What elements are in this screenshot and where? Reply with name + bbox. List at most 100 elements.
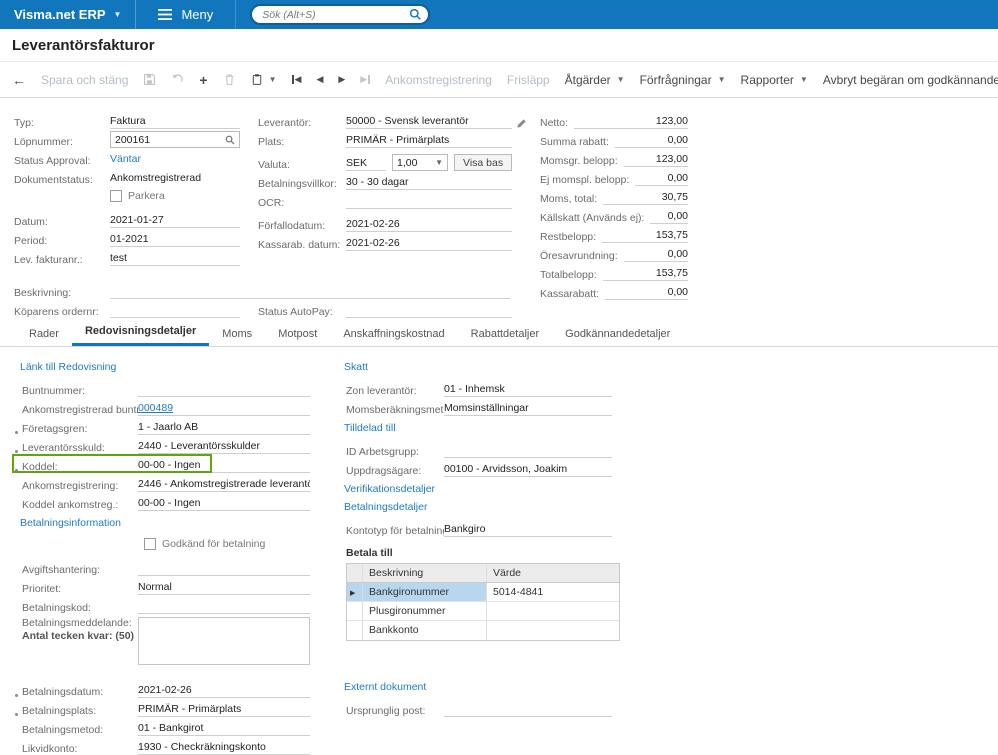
link-till-redovisning-header[interactable]: Länk till Redovisning — [14, 361, 328, 373]
zon-leverantor-field[interactable]: 01 - Inhemsk — [444, 382, 612, 397]
likvidkonto-field[interactable]: 1930 - Checkräkningskonto — [138, 740, 310, 755]
betalningsmetod-field[interactable]: 01 - Bankgirot — [138, 721, 310, 736]
bankkonto-value-cell[interactable] — [487, 621, 619, 640]
leverantorsskuld-field[interactable]: 2440 - Leverantörsskulder — [138, 439, 310, 454]
previous-record-button[interactable]: ◀ — [316, 74, 323, 85]
tab-moms[interactable]: Moms — [209, 323, 265, 346]
back-button[interactable]: ← — [12, 73, 26, 87]
atgarder-label: Åtgärder — [564, 72, 611, 87]
field-label: Leverantörsskuld: — [14, 442, 138, 454]
table-row[interactable]: Bankkonto — [347, 621, 619, 640]
lookup-icon[interactable] — [225, 135, 235, 145]
foretagsgren-field[interactable]: 1 - Jaarlo AB — [138, 420, 310, 435]
id-arbetsgrupp-field[interactable] — [444, 443, 612, 458]
betalningsdatum-field[interactable]: 2021-02-26 — [138, 683, 310, 698]
betalningsmeddelande-textarea[interactable] — [138, 617, 310, 665]
field-label: OCR: — [258, 197, 285, 209]
field-label: Zon leverantör: — [346, 385, 417, 397]
app-menu-button[interactable]: Visma.net ERP ▼ — [0, 0, 135, 29]
total-label: Summa rabatt: — [540, 136, 609, 148]
atgarder-dropdown[interactable]: Åtgärder ▼ — [565, 73, 625, 87]
total-label: Ej momspl. belopp: — [540, 174, 630, 186]
tab-motpost[interactable]: Motpost — [265, 323, 330, 346]
buntnr-link[interactable]: 000489 — [138, 402, 173, 414]
skatt-header[interactable]: Skatt — [338, 361, 624, 373]
table-row[interactable]: ▶ Bankgironummer 5014-4841 — [347, 583, 619, 602]
totals-column: Netto: 123,00 Summa rabatt: 0,00 Momsgr. b… — [540, 110, 688, 300]
ankomstregistrering-field[interactable]: 2446 - Ankomstregistrerade leverantörsfa… — [138, 477, 310, 492]
total-row: Netto: 123,00 — [540, 110, 688, 129]
status-approval-value[interactable]: Väntar — [110, 152, 240, 167]
forfallodatum-field[interactable]: 2021-02-26 — [346, 217, 512, 232]
period-field[interactable]: 01-2021 — [110, 232, 240, 247]
add-button[interactable]: + — [199, 73, 207, 87]
table-header-row: Beskrivning Värde — [347, 564, 619, 583]
koparens-ordernr-field[interactable] — [110, 303, 240, 318]
momsberakningsmetod-field[interactable]: Momsinställningar — [444, 401, 612, 416]
column-header-varde: Värde — [493, 567, 522, 579]
row-marker-cell — [347, 621, 363, 640]
field-label: Företagsgren: — [14, 423, 138, 435]
total-label: Totalbelopp: — [540, 269, 597, 281]
avgiftshantering-field[interactable] — [138, 561, 310, 576]
menu-button[interactable]: Meny — [135, 0, 237, 29]
forfragningar-dropdown[interactable]: Förfrågningar ▼ — [640, 73, 726, 87]
typ-field[interactable]: Faktura — [110, 114, 240, 129]
tab-rader[interactable]: Rader — [16, 323, 72, 346]
avbryt-begaran-button[interactable]: Avbryt begäran om godkännande — [823, 73, 998, 87]
detail-left-pane: Länk till Redovisning Buntnummer: Ankoms… — [12, 355, 328, 755]
koddel-field[interactable]: 00-00 - Ingen — [138, 458, 310, 473]
betalningsdetaljer-link[interactable]: Betalningsdetaljer — [338, 501, 624, 513]
search-input[interactable] — [250, 4, 431, 25]
kassarab-datum-field[interactable]: 2021-02-26 — [346, 236, 512, 251]
plusgironummer-cell[interactable]: Plusgironummer — [363, 602, 487, 620]
bankkonto-cell[interactable]: Bankkonto — [363, 621, 487, 640]
datum-field[interactable]: 2021-01-27 — [110, 213, 240, 228]
godkand-checkbox[interactable] — [144, 537, 156, 550]
uppdragsagare-field[interactable]: 00100 - Arvidsson, Joakim — [444, 462, 612, 477]
betalningsvillkor-field[interactable]: 30 - 30 dagar — [346, 175, 512, 190]
field-label: Plats: — [258, 136, 285, 148]
edit-pencil-icon[interactable] — [516, 118, 527, 129]
field-label: Koddel ankomstreg.: — [22, 499, 119, 511]
field-label: Ankomstregistrering: — [22, 480, 119, 492]
field-label: Likvidkonto: — [22, 743, 78, 755]
first-record-button[interactable]: ◀ — [291, 74, 301, 85]
plats-field[interactable]: PRIMÄR - Primärplats — [346, 133, 512, 148]
lopnummer-input[interactable]: 200161 — [110, 131, 240, 148]
buntnummer-field[interactable] — [138, 382, 310, 397]
exchange-rate-select[interactable]: 1,00 ▼ — [392, 154, 448, 171]
search-icon[interactable] — [409, 8, 422, 21]
next-record-button[interactable]: ▶ — [338, 74, 345, 85]
betalningskod-field[interactable] — [138, 599, 310, 614]
betala-till-title: Betala till — [346, 547, 393, 559]
table-row[interactable]: Plusgironummer — [347, 602, 619, 621]
leverantor-field[interactable]: 50000 - Svensk leverantör — [346, 114, 512, 129]
field-row: Period: 01-2021 — [14, 228, 250, 247]
total-row: Ej momspl. belopp: 0,00 — [540, 167, 688, 186]
parkera-checkbox[interactable] — [110, 189, 122, 202]
visa-bas-button[interactable]: Visa bas — [454, 154, 513, 171]
rapporter-dropdown[interactable]: Rapporter ▼ — [741, 73, 808, 87]
tab-anskaffningskostnad[interactable]: Anskaffningskostnad — [330, 323, 457, 346]
betalningsplats-field[interactable]: PRIMÄR - Primärplats — [138, 702, 310, 717]
copy-paste-button[interactable]: ▼ — [251, 73, 277, 86]
tilldelad-till-header[interactable]: Tilldelad till — [338, 422, 624, 434]
betalningsinformation-header[interactable]: Betalningsinformation — [14, 517, 328, 529]
lev-fakturanr-field[interactable]: test — [110, 251, 240, 266]
field-label: Betalningsdatum: — [14, 686, 138, 698]
plusgironummer-value-cell[interactable] — [487, 602, 619, 620]
verifikationsdetaljer-link[interactable]: Verifikationsdetaljer — [338, 483, 624, 495]
bankgironummer-value-cell[interactable]: 5014-4841 — [487, 583, 619, 601]
tab-rabattdetaljer[interactable]: Rabattdetaljer — [458, 323, 553, 346]
currency-field[interactable]: SEK — [346, 156, 386, 171]
tab-godkannandedetaljer[interactable]: Godkännandedetaljer — [552, 323, 683, 346]
bankgironummer-cell[interactable]: Bankgironummer — [363, 583, 487, 601]
externt-dokument-header[interactable]: Externt dokument — [338, 681, 624, 693]
kontotyp-field[interactable]: Bankgiro — [444, 522, 612, 537]
ocr-field[interactable] — [346, 194, 512, 209]
koddel-ankomstreg-field[interactable]: 00-00 - Ingen — [138, 496, 310, 511]
tab-redovisningsdetaljer[interactable]: Redovisningsdetaljer — [71, 320, 210, 346]
field-row: Betalningskod: — [14, 595, 328, 614]
prioritet-field[interactable]: Normal — [138, 580, 310, 595]
